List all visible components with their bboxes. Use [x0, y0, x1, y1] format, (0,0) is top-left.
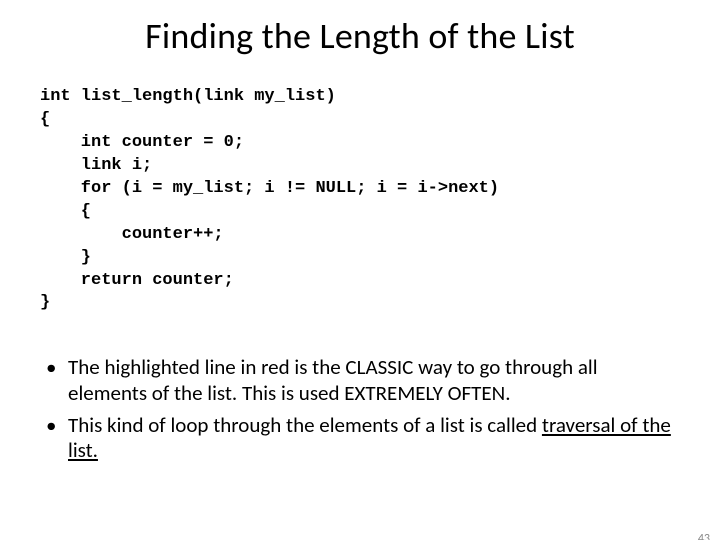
bullet-item: This kind of loop through the elements o…	[40, 413, 680, 464]
code-block: int list_length(link my_list) { int coun…	[40, 86, 720, 315]
code-line: int list_length(link my_list)	[40, 87, 336, 106]
code-line: }	[40, 293, 50, 312]
slide-title: Finding the Length of the List	[0, 14, 720, 58]
page-number: 43	[698, 532, 710, 540]
code-line: }	[40, 248, 91, 267]
code-line: for (i = my_list; i != NULL; i = i->next…	[40, 179, 499, 198]
bullet-text: The highlighted line in red is the CLASS…	[68, 354, 598, 406]
bullet-list: The highlighted line in red is the CLASS…	[40, 355, 680, 463]
code-line: int counter = 0;	[40, 133, 244, 152]
code-line: link i;	[40, 156, 152, 175]
code-line: {	[40, 202, 91, 221]
bullet-text: This kind of loop through the elements o…	[68, 412, 542, 438]
code-line: {	[40, 110, 50, 129]
bullet-item: The highlighted line in red is the CLASS…	[40, 355, 680, 406]
code-line: return counter;	[40, 271, 234, 290]
code-line: counter++;	[40, 225, 224, 244]
